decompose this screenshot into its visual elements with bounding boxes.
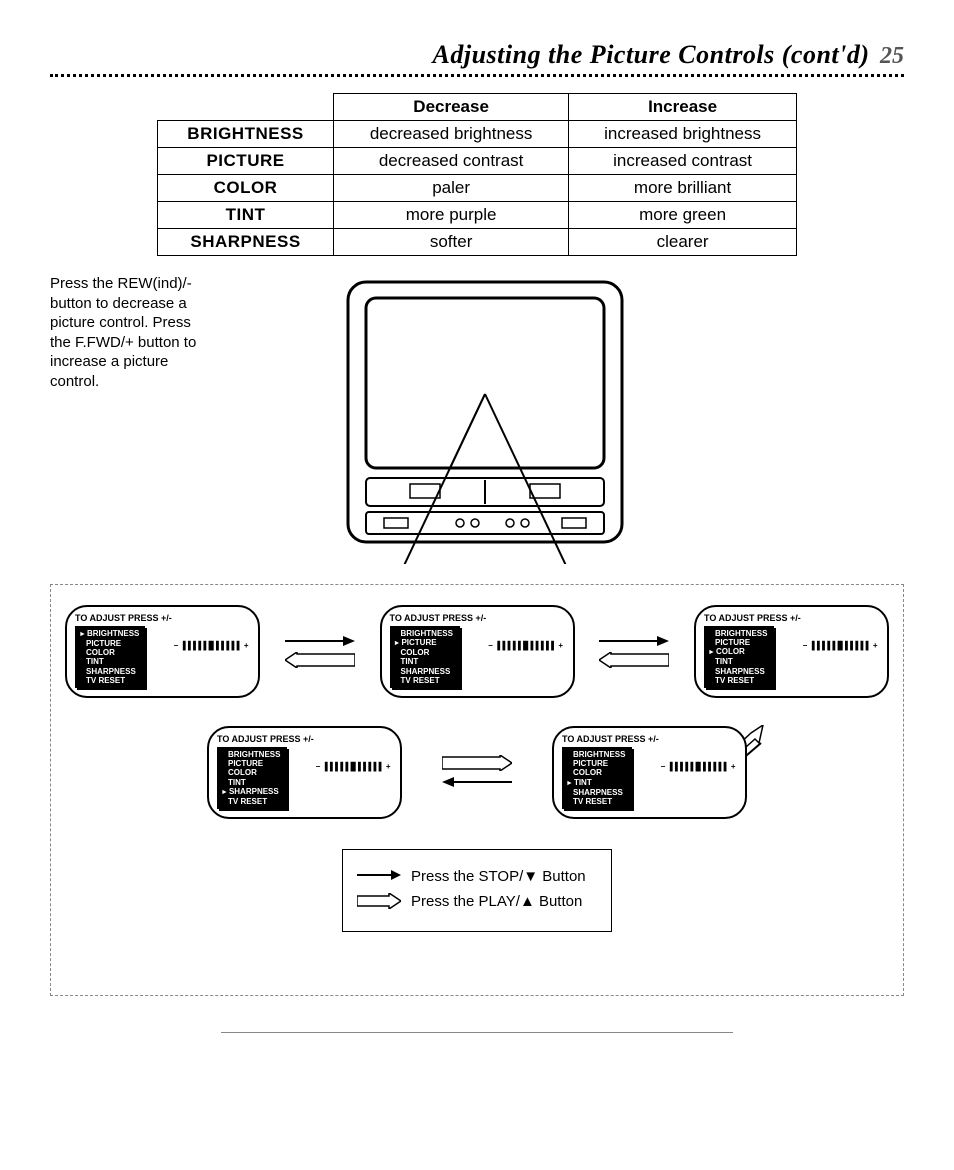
nav-arrows (599, 634, 669, 668)
row-sharpness: SHARPNESS (158, 229, 334, 256)
page-title: Adjusting the Picture Controls (cont'd) (433, 40, 870, 69)
picture-controls-table: Decrease Increase BRIGHTNESS decreased b… (157, 93, 797, 256)
arrow-right-hollow-icon (357, 893, 401, 913)
osd-flow-diagram: TO ADJUST PRESS +/- BRIGHTNESS PICTURE C… (50, 584, 904, 996)
page-header: Adjusting the Picture Controls (cont'd) … (50, 40, 904, 70)
osd-screen-brightness: TO ADJUST PRESS +/- BRIGHTNESS PICTURE C… (65, 605, 260, 698)
table-row: SHARPNESS softer clearer (158, 229, 797, 256)
row-color: COLOR (158, 175, 334, 202)
header-rule (50, 74, 904, 77)
col-decrease: Decrease (334, 94, 569, 121)
col-increase: Increase (569, 94, 797, 121)
legend-stop: Press the STOP/▼ Button (411, 868, 586, 887)
osd-screen-color: TO ADJUST PRESS +/- BRIGHTNESS PICTURE C… (694, 605, 889, 698)
osd-screen-sharpness: TO ADJUST PRESS +/- BRIGHTNESS PICTURE C… (207, 726, 402, 819)
arrow-legend: Press the STOP/▼ Button Press the PLAY/▲… (342, 849, 612, 932)
row-picture: PICTURE (158, 148, 334, 175)
row-brightness: BRIGHTNESS (158, 121, 334, 148)
arrow-right-icon (599, 634, 669, 648)
footer-rule (221, 1032, 733, 1033)
arrow-right-hollow-icon (442, 755, 512, 771)
arrow-right-icon (357, 868, 401, 886)
legend-play: Press the PLAY/▲ Button (411, 893, 582, 912)
arrow-left-hollow-icon (599, 652, 669, 668)
osd-screen-tint: TO ADJUST PRESS +/- BRIGHTNESS PICTURE C… (552, 726, 747, 819)
table-row: TINT more purple more green (158, 202, 797, 229)
arrow-right-icon (285, 634, 355, 648)
osd-screen-picture: TO ADJUST PRESS +/- BRIGHTNESS PICTURE C… (380, 605, 575, 698)
nav-arrows (442, 755, 512, 789)
arrow-left-hollow-icon (285, 652, 355, 668)
page-number: 25 (880, 43, 904, 69)
tv-illustration (340, 274, 630, 569)
instruction-note: Press the REW(ind)/- button to decrease … (50, 274, 210, 391)
table-row: COLOR paler more brilliant (158, 175, 797, 202)
row-tint: TINT (158, 202, 334, 229)
table-row: BRIGHTNESS decreased brightness increase… (158, 121, 797, 148)
nav-arrows (285, 634, 355, 668)
arrow-left-icon (442, 775, 512, 789)
table-row: PICTURE decreased contrast increased con… (158, 148, 797, 175)
